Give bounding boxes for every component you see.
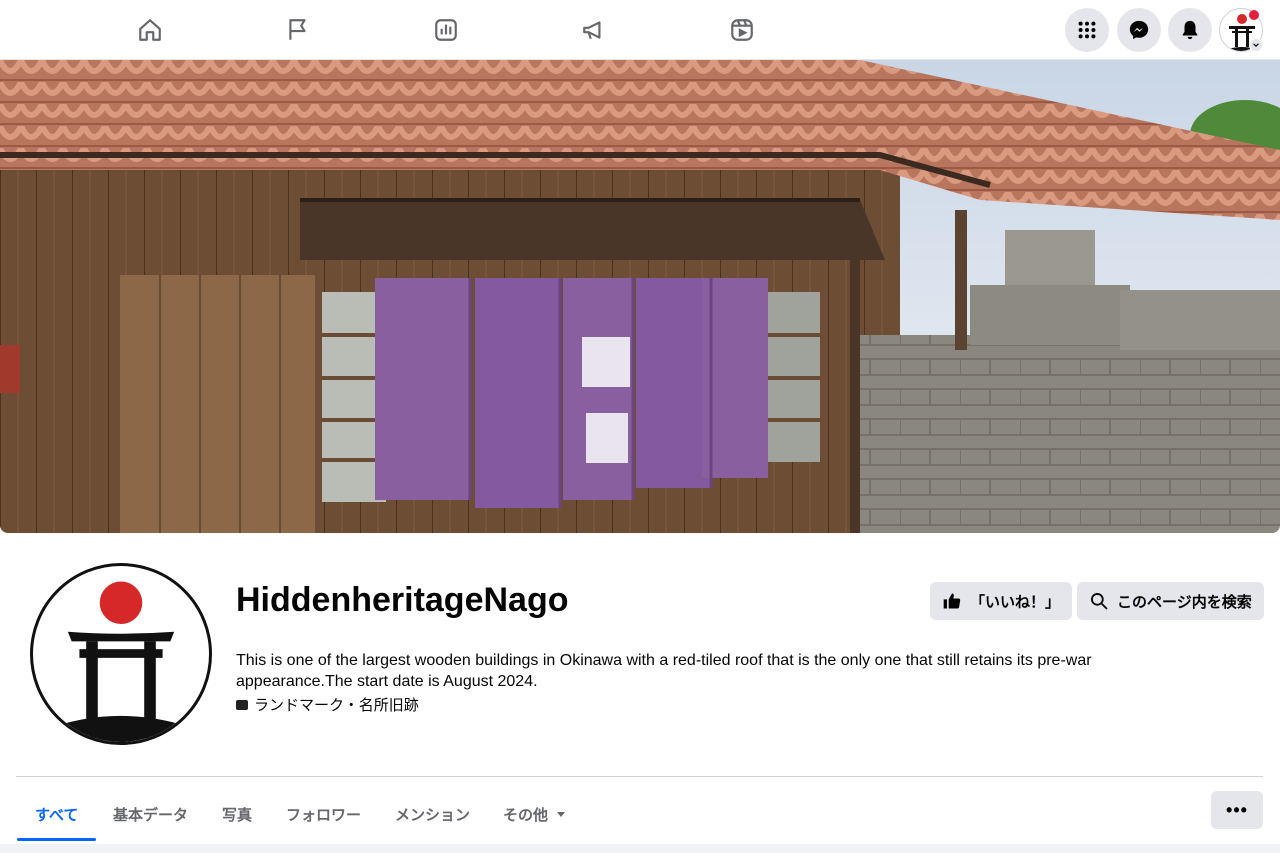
tab-all[interactable]: すべて [35,789,78,839]
more-options-icon: ••• [1226,799,1248,820]
home-icon[interactable] [130,10,170,50]
menu-grid-icon[interactable] [1065,8,1109,52]
like-button-label: 「いいね！」 [970,593,1061,611]
top-navigation-bar [0,0,1280,60]
profile-picture[interactable] [30,563,212,745]
search-icon [1091,593,1108,610]
like-button[interactable]: 「いいね！」 [930,582,1073,620]
more-options-button[interactable]: ••• [1211,791,1263,829]
profile-header: HiddenheritageNago This is one of the la… [0,533,1280,853]
megaphone-icon[interactable] [574,10,614,50]
tab-about[interactable]: 基本データ [113,789,188,839]
page-description: This is one of the largest wooden buildi… [236,652,1092,690]
chevron-down-icon[interactable] [1249,38,1263,52]
active-tab-indicator [17,838,96,841]
page-category: ランドマーク・名所旧跡 [236,694,419,715]
tab-more[interactable]: その他 [503,789,566,839]
flag-icon[interactable] [278,10,318,50]
category-icon [236,699,248,710]
notification-dot-icon [1249,10,1259,20]
caret-down-icon [557,812,566,817]
thumbs-up-icon [943,593,961,609]
tabs-divider [16,776,1263,777]
tab-more-label: その他 [503,806,549,824]
cover-photo[interactable] [0,60,1280,533]
content-background [0,844,1280,853]
insights-icon[interactable] [426,10,466,50]
tab-followers[interactable]: フォロワー [286,789,361,839]
reels-icon[interactable] [722,10,762,50]
search-page-button[interactable]: このページ内を検索 [1077,582,1264,620]
search-page-button-label: このページ内を検索 [1117,593,1252,611]
category-label: ランドマーク・名所旧跡 [254,697,419,714]
notifications-icon[interactable] [1168,8,1212,52]
tab-mentions[interactable]: メンション [395,789,470,839]
tab-photos[interactable]: 写真 [222,789,252,839]
page-title: HiddenheritageNago [236,581,569,619]
messenger-icon[interactable] [1117,8,1161,52]
